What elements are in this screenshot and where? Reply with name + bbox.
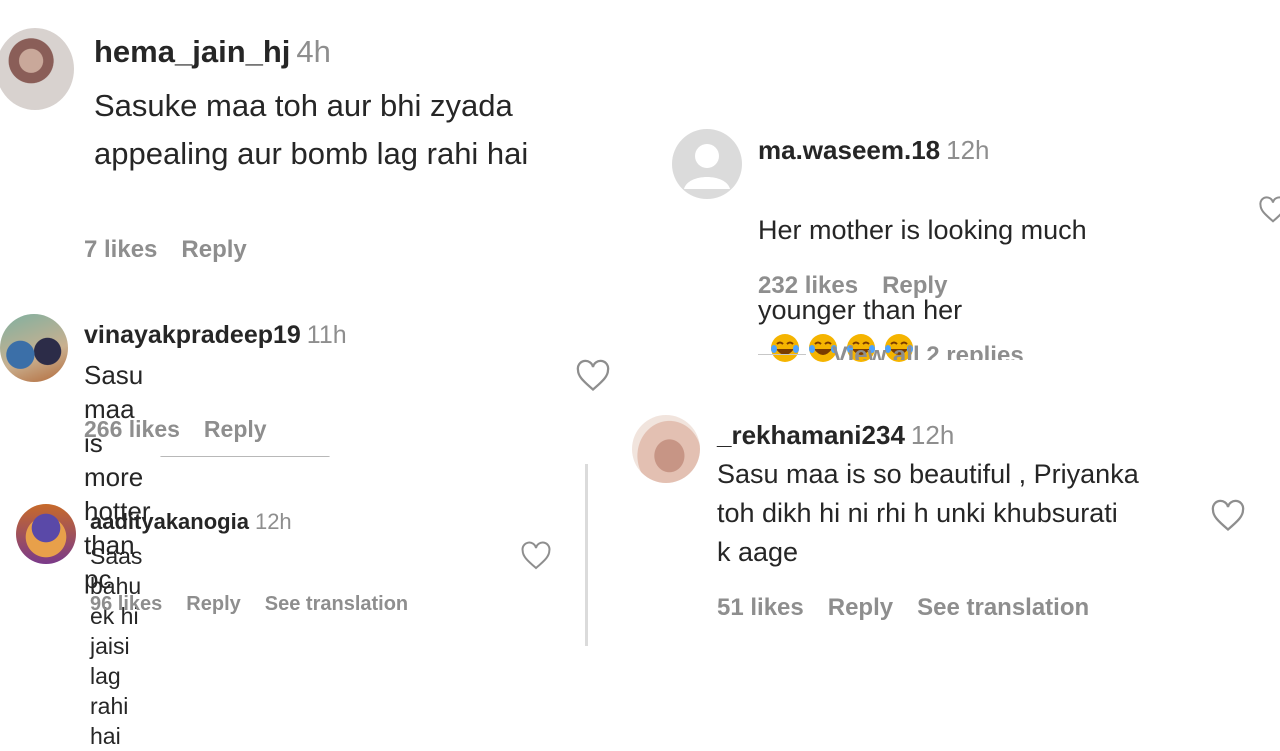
heart-icon[interactable] (1258, 195, 1280, 225)
avatar[interactable] (0, 28, 74, 110)
heart-icon[interactable] (575, 358, 611, 394)
username[interactable]: vinayakpradeep19 11h (84, 321, 347, 350)
comment-actions: 232 likes Reply (758, 272, 971, 300)
comment-text: Sasuke maa toh aur bhi zyada appealing a… (94, 88, 529, 171)
likes-count[interactable]: 51 likes (717, 594, 804, 621)
comment-actions: 7 likes Reply (84, 236, 271, 264)
username[interactable]: hema_jain_hj 4h (94, 34, 331, 70)
likes-count[interactable]: 232 likes (758, 272, 858, 299)
reply-button[interactable]: Reply (204, 416, 267, 442)
timestamp: 12h (254, 509, 292, 534)
default-user-icon (684, 144, 730, 189)
avatar[interactable] (672, 129, 742, 199)
cropped-replies-line (160, 456, 330, 468)
timestamp: 12h (910, 420, 955, 450)
reply-button[interactable]: Reply (882, 272, 947, 299)
see-translation-link[interactable]: See translation (917, 594, 1089, 621)
comment-text: Sasu maa is so beautiful , Priyanka toh … (717, 459, 1139, 567)
username[interactable]: aadityakanogia 12h (90, 509, 292, 535)
view-replies-link[interactable]: View all 2 replies (832, 342, 1024, 360)
likes-count[interactable]: 7 likes (84, 236, 157, 263)
likes-count[interactable]: 96 likes (90, 593, 162, 615)
scrollbar[interactable] (585, 464, 588, 646)
reply-button[interactable]: Reply (186, 593, 240, 615)
username[interactable]: ma.waseem.18 12h (758, 135, 990, 166)
likes-count[interactable]: 266 likes (84, 416, 180, 442)
avatar[interactable] (632, 415, 700, 483)
comment-actions: 266 likes Reply (84, 416, 291, 443)
comment-actions: 96 likes Reply See translation (90, 593, 432, 616)
heart-icon[interactable] (1210, 498, 1246, 534)
timestamp: 12h (946, 135, 990, 165)
comment-actions: 51 likes Reply See translation (717, 594, 1113, 622)
avatar[interactable] (16, 504, 76, 564)
heart-icon[interactable] (520, 540, 552, 572)
replies-divider (758, 354, 806, 355)
timestamp: 11h (306, 321, 347, 349)
view-replies-clip: View all 2 replies (758, 340, 1078, 360)
reply-button[interactable]: Reply (828, 594, 893, 621)
reply-button[interactable]: Reply (181, 236, 246, 263)
username[interactable]: _rekhamani234 12h (717, 420, 954, 451)
timestamp: 4h (296, 34, 331, 69)
comment-text-line: Her mother is looking much (758, 215, 1087, 245)
avatar[interactable] (0, 314, 68, 382)
see-translation-link[interactable]: See translation (265, 593, 408, 615)
